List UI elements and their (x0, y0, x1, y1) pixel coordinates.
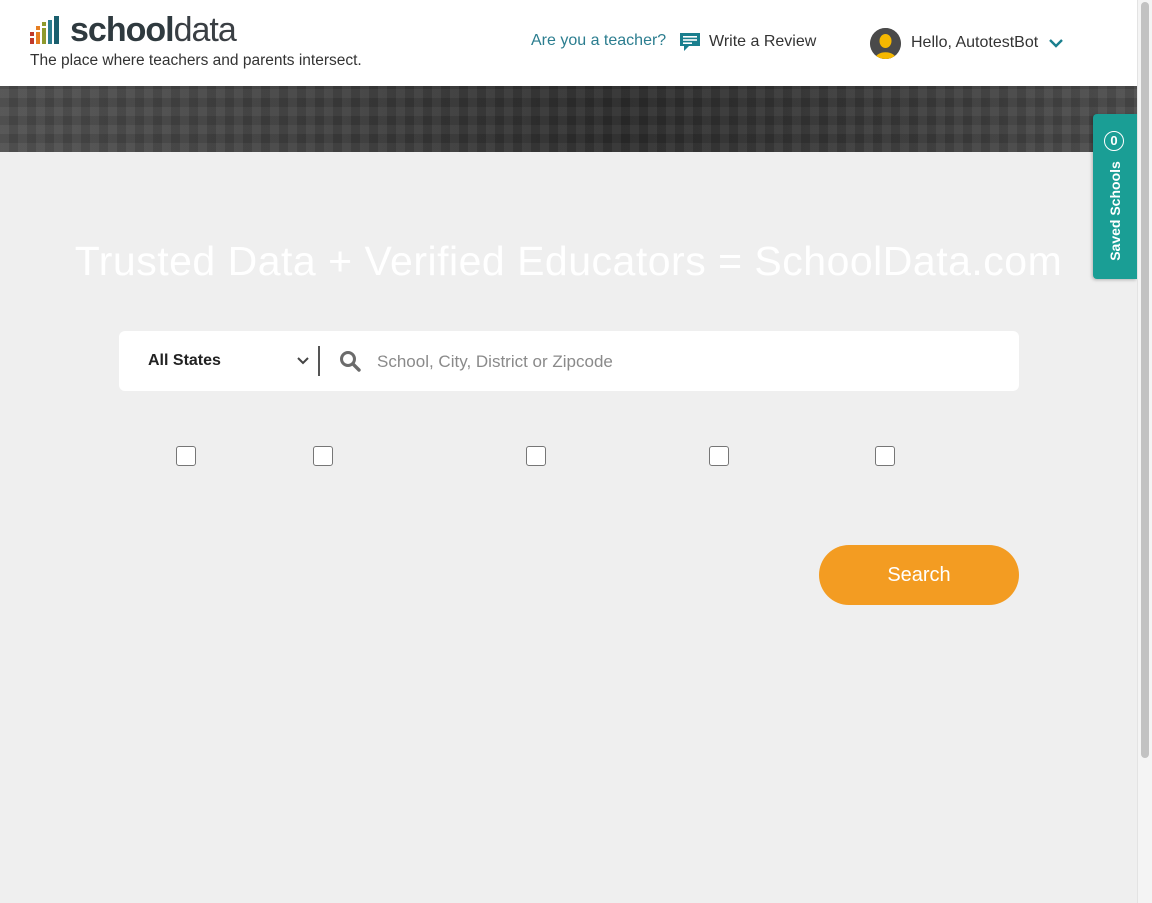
filter-checkbox-2[interactable] (313, 446, 333, 466)
user-silhouette-icon (870, 27, 901, 59)
site-header: schooldata The place where teachers and … (0, 0, 1137, 86)
saved-schools-label: Saved Schools (1107, 161, 1123, 261)
hero-title: Trusted Data + Verified Educators = Scho… (74, 238, 1063, 284)
search-button[interactable]: Search (819, 545, 1019, 605)
search-input[interactable] (375, 341, 999, 383)
page-scrollbar[interactable] (1137, 0, 1152, 903)
user-menu[interactable]: Hello, AutotestBot (870, 27, 1064, 59)
hero-banner (0, 86, 1137, 152)
write-review-label: Write a Review (709, 33, 817, 50)
teacher-link[interactable]: Are you a teacher? (531, 32, 666, 50)
filter-checkbox-3[interactable] (526, 446, 546, 466)
search-bar: All States (119, 331, 1019, 391)
chevron-down-icon (297, 357, 309, 365)
write-review-link[interactable]: Write a Review (679, 31, 816, 53)
user-greeting: Hello, AutotestBot (911, 34, 1039, 51)
saved-schools-tab[interactable]: 0 Saved Schools (1093, 114, 1137, 279)
logo-bars-icon (30, 16, 59, 44)
chevron-down-icon (1049, 39, 1064, 48)
speech-bubble-icon (680, 33, 700, 51)
state-select[interactable]: All States (148, 331, 318, 391)
avatar (870, 27, 901, 59)
scrollbar-thumb[interactable] (1141, 2, 1149, 758)
tagline: The place where teachers and parents int… (30, 52, 362, 69)
filter-checkbox-1[interactable] (176, 446, 196, 466)
search-divider (318, 346, 320, 376)
search-icon (340, 351, 361, 372)
saved-schools-count: 0 (1104, 131, 1124, 151)
filter-checkbox-5[interactable] (875, 446, 895, 466)
logo-wordmark: schooldata (70, 11, 237, 49)
filter-checkbox-4[interactable] (709, 446, 729, 466)
state-select-value: All States (148, 352, 221, 369)
